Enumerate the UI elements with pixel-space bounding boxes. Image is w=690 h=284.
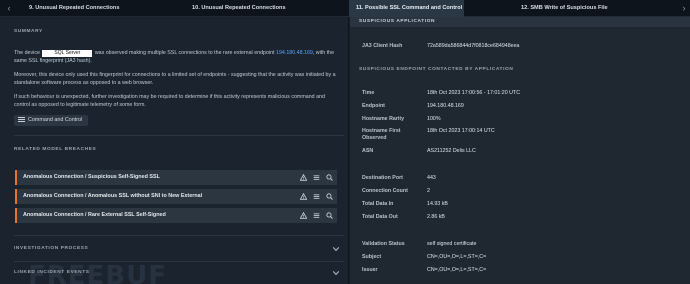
chevron-left-icon[interactable]: ‹	[4, 2, 14, 14]
field-label: Endpoint	[362, 103, 385, 109]
endpoint-ip-link[interactable]: 194.180.48.169	[276, 50, 313, 56]
breach-row[interactable]: Anomalous Connection / Suspicious Self-S…	[15, 170, 337, 185]
field-value-endpoint: 194.180.48.169	[427, 103, 464, 109]
field-label: Connection Count	[362, 188, 408, 194]
summary-paragraph-1: The device SQL Server was observed makin…	[14, 49, 336, 66]
field-value-connection-count: 2	[427, 188, 430, 194]
warning-icon[interactable]	[300, 212, 307, 219]
field-value-destination-port: 443	[427, 175, 436, 181]
search-icon[interactable]	[326, 212, 333, 219]
field-label: ASN	[362, 148, 374, 154]
tab-9[interactable]: 9. Unusual Repeated Connections	[29, 0, 119, 17]
breach-name: Anomalous Connection / Anomalous SSL wit…	[23, 193, 203, 199]
search-icon[interactable]	[326, 193, 333, 200]
summary-title: SUMMARY	[14, 29, 43, 34]
breach-name: Anomalous Connection / Rare External SSL…	[23, 212, 166, 218]
investigation-process-section[interactable]: INVESTIGATION PROCESS	[14, 245, 344, 255]
chevron-down-icon[interactable]	[332, 245, 340, 253]
breach-name: Anomalous Connection / Suspicious Self-S…	[23, 174, 160, 180]
tab-11-active[interactable]: 11. Possible SSL Command and Control	[349, 0, 464, 17]
warning-icon[interactable]	[300, 193, 307, 200]
breach-details-panel: SUMMARY The device SQL Server was observ…	[0, 17, 349, 284]
field-value-hostname-rarity: 100%	[427, 116, 441, 122]
related-breaches-title: RELATED MODEL BREACHES	[14, 147, 97, 152]
field-value-issuer: CN=,OU=,O=,L=,ST=,C=	[427, 267, 487, 273]
summary-text-a: The device	[14, 50, 40, 56]
warning-icon[interactable]	[300, 174, 307, 181]
chevron-right-icon[interactable]: ›	[679, 2, 689, 14]
summary-paragraph-2: Moreover, this device only used this fin…	[14, 72, 336, 87]
application-details-panel: SUSPICIOUS APPLICATION JA3 Client Hash 7…	[350, 17, 690, 284]
search-icon[interactable]	[326, 174, 333, 181]
field-value-data-in: 14.93 kB	[427, 201, 448, 207]
suspicious-endpoint-title: SUSPICIOUS ENDPOINT CONTACTED BY APPLICA…	[359, 67, 514, 72]
suspicious-application-header: SUSPICIOUS APPLICATION	[350, 17, 690, 27]
divider	[14, 261, 344, 262]
field-label: Total Data Out	[362, 214, 398, 220]
chevron-down-icon[interactable]	[332, 269, 340, 277]
investigation-process-title: INVESTIGATION PROCESS	[14, 246, 89, 251]
field-label: Total Data In	[362, 201, 394, 207]
field-value-first-observed: 18th Oct 2023 17:00:14 UTC	[427, 128, 495, 134]
breach-row[interactable]: Anomalous Connection / Anomalous SSL wit…	[15, 189, 337, 204]
summary-text-b: was observed making multiple SSL connect…	[94, 50, 275, 56]
summary-paragraph-3: If such behaviour is unexpected, further…	[14, 94, 325, 109]
linked-incident-events-title: LINKED INCIDENT EVENTS	[14, 270, 90, 275]
ja3-label: JA3 Client Hash	[362, 43, 403, 49]
list-icon[interactable]	[313, 212, 320, 219]
tab-12[interactable]: 12. SMB Write of Suspicious File	[521, 0, 608, 17]
field-value-data-out: 2.86 kB	[427, 214, 445, 220]
field-label: Destination Port	[362, 175, 403, 181]
suspicious-application-title: SUSPICIOUS APPLICATION	[359, 19, 436, 24]
command-and-control-tag[interactable]: Command and Control	[14, 115, 89, 126]
linked-incident-events-section[interactable]: LINKED INCIDENT EVENTS	[14, 269, 344, 279]
field-value-asn: AS211252 Delis LLC	[427, 148, 476, 154]
tag-icon	[18, 116, 25, 122]
list-icon[interactable]	[313, 174, 320, 181]
ja3-value: 72a589da586844d7f0818ce684948eea	[427, 43, 520, 49]
field-label: Time	[362, 90, 375, 96]
field-value-time: 18th Oct 2023 17:00:56 - 17:01:20 UTC	[427, 90, 521, 96]
tab-10[interactable]: 10. Unusual Repeated Connections	[192, 0, 286, 17]
device-name-badge[interactable]: SQL Server	[42, 50, 93, 57]
field-value-subject: CN=,OU=,O=,L=,ST=,C=	[427, 254, 487, 260]
field-label: Issuer	[362, 267, 378, 273]
divider	[14, 235, 344, 236]
field-label: Validation Status	[362, 241, 405, 247]
list-icon[interactable]	[313, 193, 320, 200]
tag-label: Command and Control	[28, 117, 83, 123]
divider	[14, 135, 344, 136]
field-label: Hostname Rarity	[362, 116, 405, 122]
breach-row[interactable]: Anomalous Connection / Rare External SSL…	[15, 208, 337, 223]
field-label: Hostname First Observed	[362, 128, 401, 141]
field-label: Subject	[362, 254, 382, 260]
field-value-validation-status: self signed certificate	[427, 241, 477, 247]
tab-bar: ‹ 9. Unusual Repeated Connections 10. Un…	[0, 0, 690, 17]
